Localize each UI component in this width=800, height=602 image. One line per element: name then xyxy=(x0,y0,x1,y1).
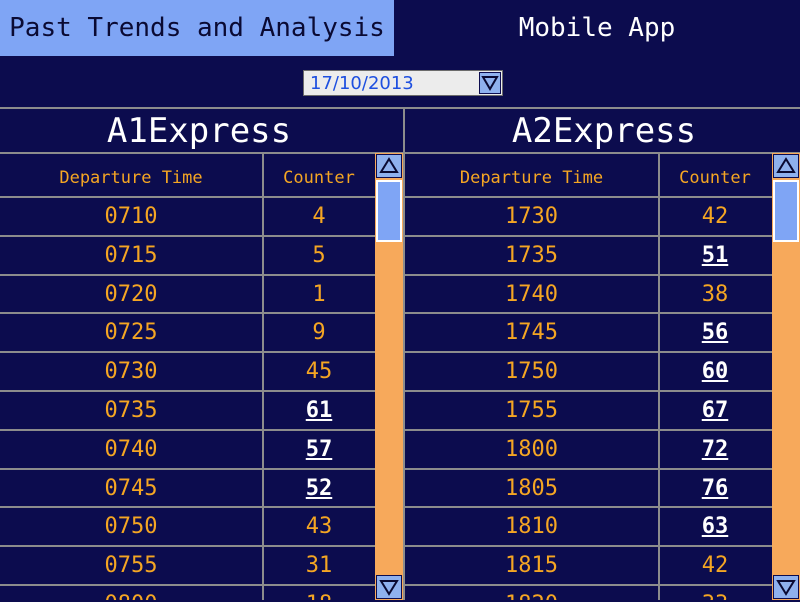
counter-cell: 31 xyxy=(305,553,333,579)
tab-mobile-app-label: Mobile App xyxy=(518,13,676,43)
counter-cell: 18 xyxy=(264,586,374,600)
column-header-departure: Departure Time xyxy=(459,168,604,188)
table-row: 1805 76 xyxy=(405,467,800,507)
departure-time-cell: 0725 xyxy=(104,320,158,346)
counter-cell: 45 xyxy=(305,359,333,385)
table-row: 0745 52 xyxy=(0,467,398,507)
tab-mobile-app[interactable]: Mobile App xyxy=(394,0,800,56)
tab-past-trends[interactable]: Past Trends and Analysis xyxy=(0,0,394,56)
counter-cell: 43 xyxy=(305,514,333,540)
table-row: 0710 4 xyxy=(0,196,398,235)
counter-link[interactable]: 76 xyxy=(660,470,770,507)
table-row: 1800 72 xyxy=(405,428,800,468)
counter-link[interactable]: 60 xyxy=(660,353,770,390)
scroll-up-button[interactable] xyxy=(376,154,402,178)
table-row: 1815 42 xyxy=(405,545,800,585)
triangle-up-icon xyxy=(379,157,399,173)
departure-time-cell: 1800 xyxy=(505,436,558,462)
table-row: 1810 63 xyxy=(405,506,800,546)
panel-title: A1Express xyxy=(106,110,292,151)
dropdown-arrow-button[interactable] xyxy=(479,72,501,94)
counter-cell: 5 xyxy=(312,242,326,268)
table-row: 0740 57 xyxy=(0,428,398,468)
counter-link[interactable]: 72 xyxy=(660,431,770,468)
scroll-up-button[interactable] xyxy=(773,154,799,178)
triangle-up-icon xyxy=(776,157,796,173)
date-value: 17/10/2013 xyxy=(310,73,414,94)
counter-link[interactable]: 63 xyxy=(660,508,770,545)
counter-link[interactable]: 61 xyxy=(264,392,374,429)
table-row: 0730 45 xyxy=(0,351,398,391)
counter-cell: 4 xyxy=(312,204,326,229)
table-row: 0750 43 xyxy=(0,506,398,546)
scroll-thumb[interactable] xyxy=(773,180,799,242)
table-row: 1740 38 xyxy=(405,273,800,313)
departure-time-cell: 1750 xyxy=(505,359,558,385)
tab-past-trends-label: Past Trends and Analysis xyxy=(9,13,385,43)
scroll-down-button[interactable] xyxy=(376,575,402,599)
counter-link[interactable]: 56 xyxy=(660,314,770,351)
counter-link[interactable]: 52 xyxy=(264,470,374,507)
column-header-departure: Departure Time xyxy=(59,168,203,188)
departure-time-cell: 1735 xyxy=(505,242,558,268)
counter-link[interactable]: 51 xyxy=(660,237,770,274)
table-row: 1755 67 xyxy=(405,390,800,429)
departure-time-cell: 0715 xyxy=(104,242,158,268)
column-header-counter: Counter xyxy=(679,168,751,188)
departure-time-cell: 1730 xyxy=(505,204,558,229)
counter-cell: 38 xyxy=(701,281,729,307)
triangle-down-icon xyxy=(379,580,399,596)
table-row: 1730 42 xyxy=(405,196,800,235)
departure-time-cell: 1740 xyxy=(505,281,558,307)
panel-a1express: A1Express Departure Time Counter 0710 4 07… xyxy=(0,108,398,600)
departure-time-cell: 1820 xyxy=(405,586,658,600)
table-row: 0715 5 xyxy=(0,234,398,274)
table-row: 0735 61 xyxy=(0,390,398,429)
date-select[interactable]: 17/10/2013 xyxy=(303,70,503,96)
scrollbar-a1express[interactable] xyxy=(375,153,403,600)
column-header-counter: Counter xyxy=(283,168,355,188)
departure-time-cell: 1815 xyxy=(505,553,558,579)
table-body: 1730 42 1735 51 1740 38 1745 56 1750 60 1755 67 1800… xyxy=(405,196,800,600)
table-row: 1745 56 xyxy=(405,312,800,352)
counter-link[interactable]: 57 xyxy=(264,431,374,468)
counter-cell: 1 xyxy=(312,281,326,307)
table-body: 0710 4 0715 5 0720 1 0725 9 0730 45 0735 61 0740 57 07… xyxy=(0,196,398,600)
scroll-thumb[interactable] xyxy=(376,180,402,242)
counter-cell: 42 xyxy=(701,204,729,229)
departure-time-cell: 1755 xyxy=(505,398,558,423)
counter-cell: 42 xyxy=(701,553,729,579)
counter-cell: 33 xyxy=(660,586,770,600)
departure-time-cell: 0730 xyxy=(104,359,158,385)
departure-time-cell: 0740 xyxy=(104,436,158,462)
table-row: 1750 60 xyxy=(405,351,800,391)
table-row: 0725 9 xyxy=(0,312,398,352)
departure-time-cell: 1810 xyxy=(505,514,558,540)
departure-time-cell: 0710 xyxy=(104,204,158,229)
scrollbar-a2express[interactable] xyxy=(772,153,800,600)
counter-cell: 9 xyxy=(312,320,326,346)
panel-a2express: A2Express Departure Time Counter 1730 42 1… xyxy=(405,108,800,600)
table-row: 0720 1 xyxy=(0,273,398,313)
table-row: 0755 31 xyxy=(0,545,398,585)
departure-time-cell: 0750 xyxy=(104,514,158,540)
departure-time-cell: 1745 xyxy=(505,320,558,346)
departure-time-cell: 0720 xyxy=(104,281,158,307)
departure-time-cell: 0745 xyxy=(104,475,158,501)
departure-time-cell: 1805 xyxy=(505,475,558,501)
departure-time-cell: 0800 xyxy=(0,586,262,600)
triangle-down-icon xyxy=(481,76,499,91)
scroll-down-button[interactable] xyxy=(773,575,799,599)
departure-time-cell: 0755 xyxy=(104,553,158,579)
table-row: 1735 51 xyxy=(405,234,800,274)
departure-time-cell: 0735 xyxy=(104,398,158,423)
triangle-down-icon xyxy=(776,580,796,596)
panel-title: A2Express xyxy=(511,110,697,151)
table-row: 080018 xyxy=(0,584,398,600)
counter-link[interactable]: 67 xyxy=(660,392,770,429)
table-row: 182033 xyxy=(405,584,800,600)
